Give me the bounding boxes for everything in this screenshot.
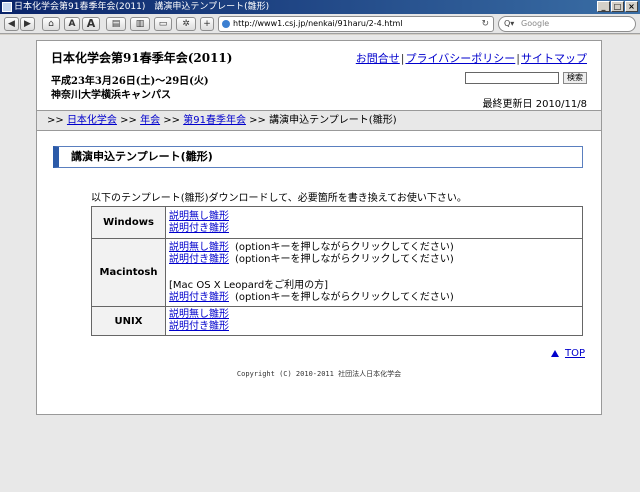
search-placeholder: Google <box>521 19 550 28</box>
page-viewport: 日本化学会第91春季年会(2011) お問合せ|プライバシーポリシー|サイトマッ… <box>0 35 640 492</box>
privacy-policy-link[interactable]: プライバシーポリシー <box>406 52 516 65</box>
option-key-note: (optionキーを押しながらクリックしてください) <box>235 253 454 265</box>
reload-icon[interactable]: ↻ <box>481 17 489 31</box>
window-title: 日本化学会第91春季年会(2011) 講演申込テンプレート(雛形) <box>14 2 270 12</box>
close-icon[interactable]: × <box>625 1 638 12</box>
template-link[interactable]: 説明付き雛形 <box>169 292 229 303</box>
print-icon[interactable]: ▤ <box>106 17 126 31</box>
up-triangle-icon <box>550 350 559 357</box>
forward-icon[interactable]: ▶ <box>20 17 35 31</box>
breadcrumb-separator: >> <box>163 115 181 126</box>
top-link-label: TOP <box>564 348 585 359</box>
site-search-input[interactable] <box>465 72 559 84</box>
page-title: 講演申込テンプレート(雛形) <box>53 146 583 168</box>
template-link[interactable]: 説明付き雛形 <box>169 223 229 234</box>
back-icon[interactable]: ◀ <box>4 17 19 31</box>
breadcrumb-current: 講演申込テンプレート(雛形) <box>269 115 397 126</box>
table-cell: 説明無し雛形 説明付き雛形 <box>165 206 583 239</box>
app-icon <box>2 2 12 12</box>
os-label: UNIX <box>91 306 166 336</box>
page-menu-icon[interactable]: ▭ <box>154 17 172 31</box>
option-key-note: (optionキーを押しながらクリックしてください) <box>235 241 454 253</box>
os-label: Windows <box>91 206 166 239</box>
option-key-note: (optionキーを押しながらクリックしてください) <box>235 291 454 303</box>
sitemap-link[interactable]: サイトマップ <box>521 52 587 65</box>
breadcrumb-separator: >> <box>249 115 266 126</box>
os-label: Macintosh <box>91 238 166 307</box>
site-title: 日本化学会第91春季年会(2011) <box>51 51 233 65</box>
maximize-icon[interactable]: □ <box>611 1 624 12</box>
globe-icon <box>222 20 230 28</box>
template-link[interactable]: 説明付き雛形 <box>169 254 229 265</box>
template-link[interactable]: 説明無し雛形 <box>169 242 229 253</box>
site-search: 検索 <box>465 72 587 84</box>
template-link[interactable]: 説明付き雛形 <box>169 321 229 332</box>
add-bookmark-icon[interactable]: + <box>200 17 214 31</box>
browser-toolbar: ◀ ▶ ⌂ A A ▤ ▥ ▭ ✲ + http://www1.csj.jp/n… <box>0 14 640 34</box>
template-link[interactable]: 説明無し雛形 <box>169 309 229 320</box>
table-cell: 説明無し雛形 説明付き雛形 <box>165 306 583 336</box>
table-cell: 説明無し雛形 (optionキーを押しながらクリックしてください) 説明付き雛形 (… <box>165 238 583 307</box>
home-icon[interactable]: ⌂ <box>42 17 60 31</box>
template-table: Windows 説明無し雛形 説明付き雛形 Macintosh 説明無し雛形 (o… <box>91 206 583 336</box>
last-updated: 最終更新日 2010/11/8 <box>482 99 587 110</box>
template-link[interactable]: 説明無し雛形 <box>169 211 229 222</box>
copyright: Copyright (C) 2010-2011 社団法人日本化学会 <box>236 370 402 378</box>
breadcrumb: >> 日本化学会 >> 年会 >> 第91春季年会 >> 講演申込テンプレート(… <box>37 110 601 131</box>
window-controls: _ □ × <box>597 1 638 12</box>
font-smaller-button[interactable]: A <box>64 17 80 31</box>
breadcrumb-item-nenkai[interactable]: 年会 <box>140 115 160 126</box>
event-info: 平成23年3月26日(土)〜29日(火) 神奈川大学横浜キャンパス <box>51 75 209 103</box>
event-venue: 神奈川大学横浜キャンパス <box>51 90 171 101</box>
browser-search-field[interactable]: Q▾ Google <box>498 16 636 32</box>
address-bar[interactable]: http://www1.csj.jp/nenkai/91haru/2-4.htm… <box>218 16 494 32</box>
back-to-top-link[interactable]: TOP <box>550 348 585 359</box>
breadcrumb-item-91spring[interactable]: 第91春季年会 <box>183 115 246 126</box>
bookmarks-icon[interactable]: ▥ <box>130 17 150 31</box>
event-dates: 平成23年3月26日(土)〜29日(火) <box>51 76 209 87</box>
settings-gear-icon[interactable]: ✲ <box>176 17 196 31</box>
contact-link[interactable]: お問合せ <box>356 52 400 65</box>
search-icon: Q▾ <box>504 19 515 28</box>
breadcrumb-separator: >> <box>47 115 67 126</box>
url-text: http://www1.csj.jp/nenkai/91haru/2-4.htm… <box>233 19 403 28</box>
breadcrumb-item-csj[interactable]: 日本化学会 <box>67 115 117 126</box>
table-row: Windows 説明無し雛形 説明付き雛形 <box>91 206 583 239</box>
page-content: 日本化学会第91春季年会(2011) お問合せ|プライバシーポリシー|サイトマッ… <box>36 40 602 415</box>
leopard-note: [Mac OS X Leopardをご利用の方] <box>169 279 329 291</box>
table-row: UNIX 説明無し雛形 説明付き雛形 <box>91 306 583 336</box>
table-row: Macintosh 説明無し雛形 (optionキーを押しながらクリックしてくださ… <box>91 238 583 307</box>
site-search-button[interactable]: 検索 <box>563 72 587 84</box>
breadcrumb-separator: >> <box>120 115 137 126</box>
intro-text: 以下のテンプレート(雛形)ダウンロードして、必要箇所を書き換えてお使い下さい。 <box>91 193 467 204</box>
minimize-icon[interactable]: _ <box>597 1 610 12</box>
window-title-bar: 日本化学会第91春季年会(2011) 講演申込テンプレート(雛形) _ □ × <box>0 0 640 14</box>
font-larger-button[interactable]: A <box>82 17 100 31</box>
header-links: お問合せ|プライバシーポリシー|サイトマップ <box>355 52 587 65</box>
